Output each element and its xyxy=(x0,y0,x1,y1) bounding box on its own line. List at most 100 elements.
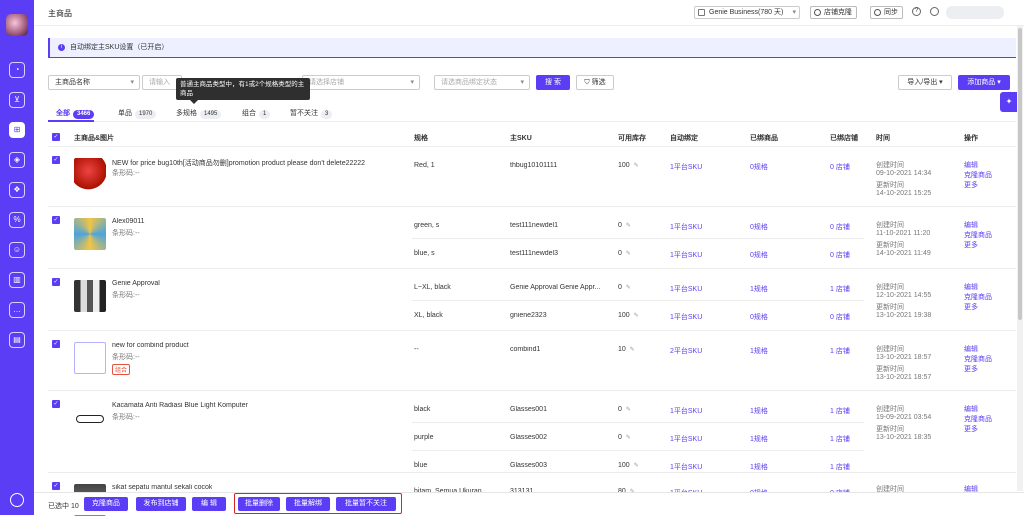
bound-stores-link[interactable]: 0 店铺 xyxy=(830,250,850,260)
auto-bind-notice[interactable]: i 自动绑定主SKU设置（已开启） xyxy=(48,38,1016,58)
scrollbar-thumb[interactable] xyxy=(1018,28,1022,320)
bound-stores-link[interactable]: 0 店铺 xyxy=(830,222,850,232)
import-export-button[interactable]: 导入/导出 ▾ xyxy=(898,75,952,90)
more-link[interactable]: 更多 xyxy=(964,364,978,374)
more-link[interactable]: 更多 xyxy=(964,240,978,250)
bound-stores-link[interactable]: 0 店铺 xyxy=(830,312,850,322)
product-name[interactable]: Alex09011 xyxy=(112,218,145,225)
edit-link[interactable]: 编辑 xyxy=(964,404,978,414)
bound-stores-link[interactable]: 0 店铺 xyxy=(830,162,850,172)
bound-products-link[interactable]: 0规格 xyxy=(750,312,768,322)
store-select[interactable]: 请选择店铺 xyxy=(302,75,420,90)
tab-combo[interactable]: 组合 1 xyxy=(242,108,271,119)
variant-stock[interactable]: 0 ✎ xyxy=(618,406,631,413)
globe-icon[interactable] xyxy=(930,7,939,16)
shop-select[interactable]: Genie Business(780 天) xyxy=(694,6,800,19)
more-link[interactable]: 更多 xyxy=(964,424,978,434)
product-name[interactable]: sikat sepatu mantul sekali cocok xyxy=(112,484,212,491)
bind-status-select[interactable]: 请选商品绑定状态 xyxy=(434,75,530,90)
product-tree-icon[interactable]: ⊞ xyxy=(9,122,25,138)
bound-stores-link[interactable]: 1 店铺 xyxy=(830,284,850,294)
tab-ignored[interactable]: 暂不关注 3 xyxy=(290,108,333,119)
edit-pencil-icon[interactable]: ✎ xyxy=(634,163,639,169)
document-icon[interactable]: ▤ xyxy=(9,332,25,348)
filter-button[interactable]: ⛉ 筛选 xyxy=(576,75,614,90)
bulk-edit-button[interactable]: 编 辑 xyxy=(192,497,226,511)
edit-pencil-icon[interactable]: ✎ xyxy=(626,223,631,229)
edit-link[interactable]: 编辑 xyxy=(964,344,978,354)
headset-icon[interactable] xyxy=(10,493,24,507)
variant-stock[interactable]: 10 ✎ xyxy=(618,346,635,353)
dropbox-icon[interactable]: ❖ xyxy=(9,182,25,198)
package-icon[interactable]: ◈ xyxy=(9,152,25,168)
auto-bind-link[interactable]: 1平台SKU xyxy=(670,222,702,232)
edit-pencil-icon[interactable]: ✎ xyxy=(626,435,631,441)
search-button[interactable]: 搜 索 xyxy=(536,75,570,90)
row-checkbox[interactable]: ✓ xyxy=(52,216,60,224)
auto-bind-link[interactable]: 1平台SKU xyxy=(670,284,702,294)
variant-stock[interactable]: 0 ✎ xyxy=(618,250,631,257)
bound-stores-link[interactable]: 1 店铺 xyxy=(830,434,850,444)
tab-single[interactable]: 单品 1970 xyxy=(118,108,157,119)
variant-stock[interactable]: 100 ✎ xyxy=(618,162,639,169)
edit-link[interactable]: 编辑 xyxy=(964,160,978,170)
auto-bind-link[interactable]: 1平台SKU xyxy=(670,162,702,172)
auto-bind-link[interactable]: 1平台SKU xyxy=(670,462,702,472)
bound-stores-link[interactable]: 1 店铺 xyxy=(830,406,850,416)
auto-bind-link[interactable]: 1平台SKU xyxy=(670,250,702,260)
edit-pencil-icon[interactable]: ✎ xyxy=(634,313,639,319)
clone-link[interactable]: 克隆商品 xyxy=(964,292,992,302)
chat-icon[interactable]: … xyxy=(9,302,25,318)
bound-products-link[interactable]: 0规格 xyxy=(750,222,768,232)
product-name[interactable]: Genie Approval xyxy=(112,280,160,287)
tab-all[interactable]: 全部 3466 xyxy=(56,108,95,119)
row-checkbox[interactable]: ✓ xyxy=(52,340,60,348)
product-name[interactable]: Kacamata Anti Radiasi Blue Light Kompute… xyxy=(112,402,248,409)
bound-stores-link[interactable]: 1 店铺 xyxy=(830,462,850,472)
users-icon[interactable]: ☺ xyxy=(9,242,25,258)
clone-link[interactable]: 克隆商品 xyxy=(964,170,992,180)
row-checkbox[interactable]: ✓ xyxy=(52,482,60,490)
bound-products-link[interactable]: 1规格 xyxy=(750,434,768,444)
clone-link[interactable]: 克隆商品 xyxy=(964,354,992,364)
edit-link[interactable]: 编辑 xyxy=(964,282,978,292)
sync-button[interactable]: 同步 xyxy=(870,6,903,19)
edit-pencil-icon[interactable]: ✎ xyxy=(626,285,631,291)
auto-bind-link[interactable]: 1平台SKU xyxy=(670,434,702,444)
clone-store-button[interactable]: 店铺克隆 xyxy=(810,6,857,19)
product-name[interactable]: NEW for price bug10th[活动商品勿删]promotion p… xyxy=(112,158,365,168)
row-checkbox[interactable]: ✓ xyxy=(52,156,60,164)
bound-products-link[interactable]: 1规格 xyxy=(750,406,768,416)
row-checkbox[interactable]: ✓ xyxy=(52,278,60,286)
auto-bind-link[interactable]: 2平台SKU xyxy=(670,346,702,356)
bound-stores-link[interactable]: 1 店铺 xyxy=(830,346,850,356)
user-account[interactable] xyxy=(946,6,1004,19)
cart-icon[interactable]: ⊻ xyxy=(9,92,25,108)
bound-products-link[interactable]: 1规格 xyxy=(750,284,768,294)
chart-icon[interactable]: ▥ xyxy=(9,272,25,288)
edit-pencil-icon[interactable]: ✎ xyxy=(626,251,631,257)
edit-pencil-icon[interactable]: ✎ xyxy=(626,407,631,413)
clone-link[interactable]: 克隆商品 xyxy=(964,230,992,240)
edit-pencil-icon[interactable]: ✎ xyxy=(634,463,639,469)
more-link[interactable]: 更多 xyxy=(964,180,978,190)
variant-stock[interactable]: 100 ✎ xyxy=(618,462,639,469)
name-field-select[interactable]: 主商品名称 xyxy=(48,75,140,90)
auto-bind-link[interactable]: 1平台SKU xyxy=(670,312,702,322)
percent-icon[interactable]: % xyxy=(9,212,25,228)
more-link[interactable]: 更多 xyxy=(964,302,978,312)
publish-to-store-button[interactable]: 发布到店铺 xyxy=(136,497,186,511)
bulk-clone-button[interactable]: 克隆商品 xyxy=(84,497,128,511)
row-checkbox[interactable]: ✓ xyxy=(52,400,60,408)
bound-products-link[interactable]: 0规格 xyxy=(750,162,768,172)
edit-link[interactable]: 编辑 xyxy=(964,220,978,230)
variant-stock[interactable]: 100 ✎ xyxy=(618,312,639,319)
app-logo[interactable] xyxy=(6,14,28,36)
variant-stock[interactable]: 0 ✎ xyxy=(618,284,631,291)
select-all-checkbox[interactable]: ✓ xyxy=(52,133,60,141)
help-icon[interactable]: ? xyxy=(912,7,921,16)
edit-pencil-icon[interactable]: ✎ xyxy=(630,347,635,353)
tab-multi-spec[interactable]: 多规格 1495 xyxy=(176,108,222,119)
product-name[interactable]: new for combind product xyxy=(112,342,189,349)
bound-products-link[interactable]: 1规格 xyxy=(750,346,768,356)
